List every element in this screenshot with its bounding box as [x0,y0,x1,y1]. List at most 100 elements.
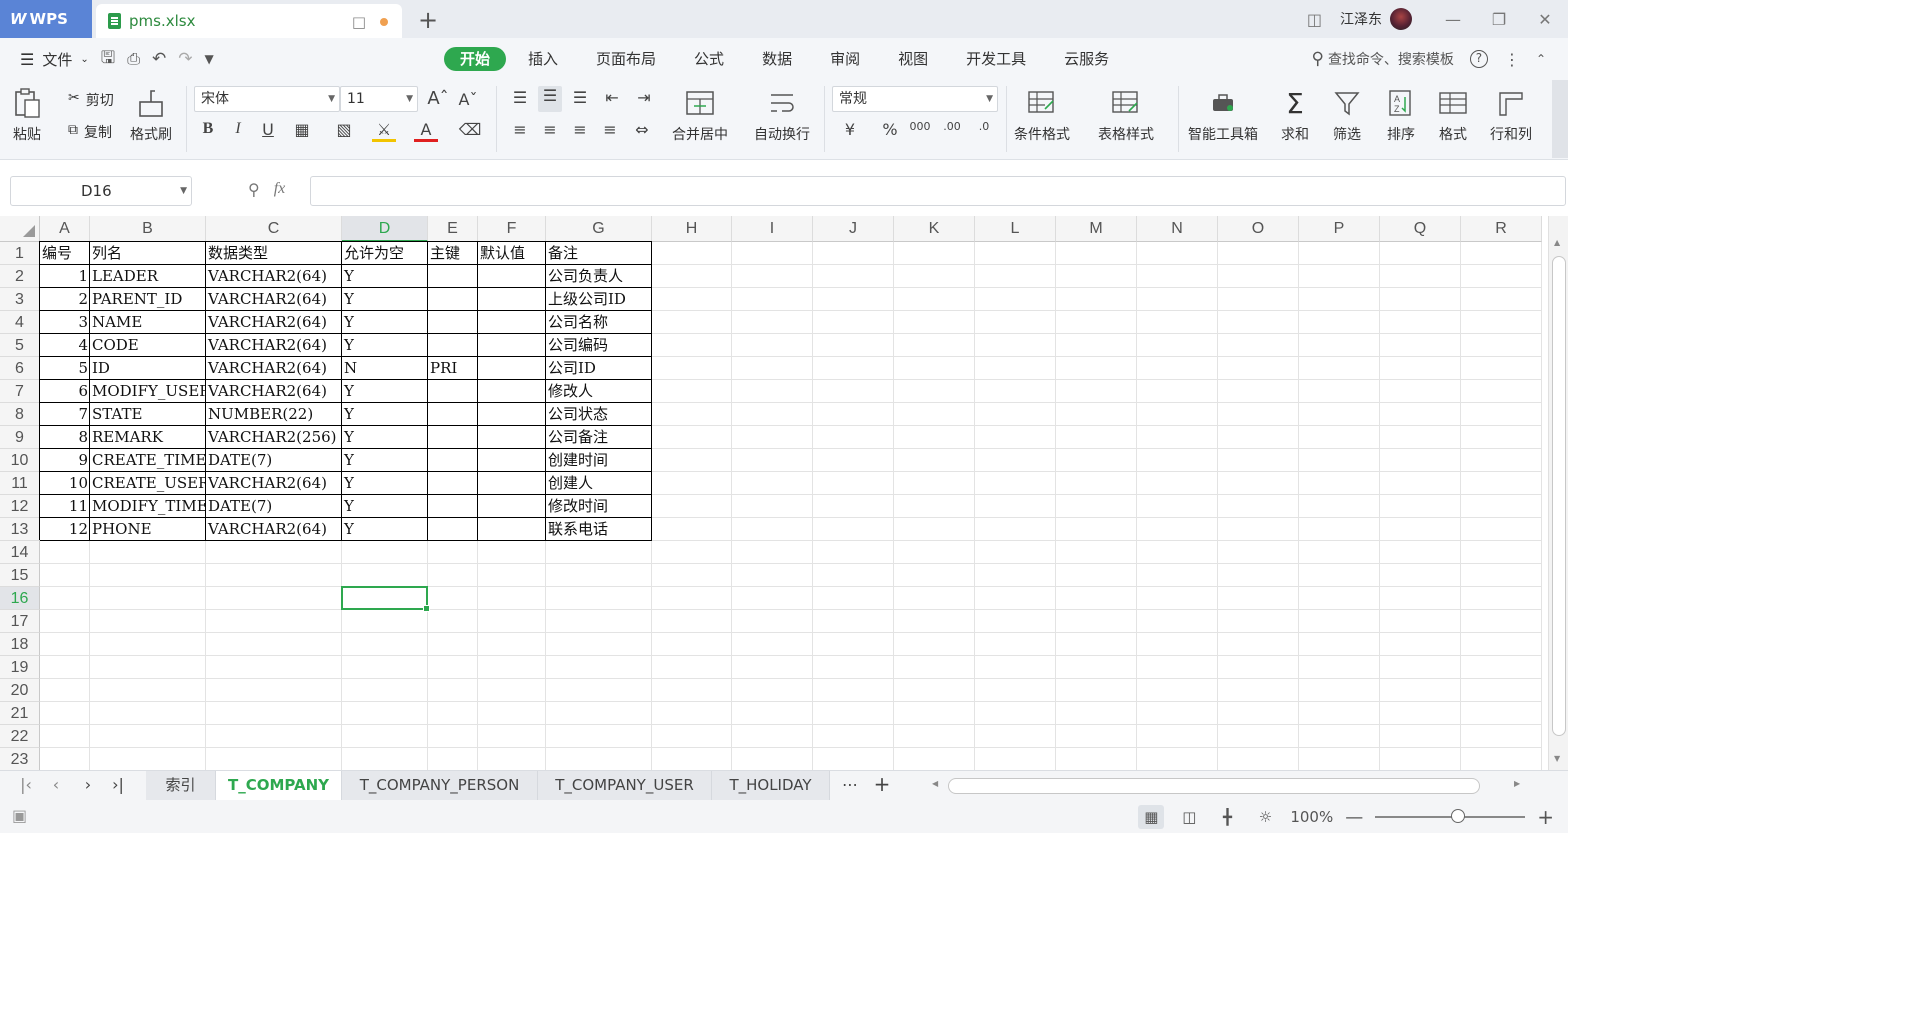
sidebar-toggle-icon[interactable]: ◫ [1307,10,1322,29]
page-layout-view-icon[interactable]: ╋ [1214,805,1240,829]
currency-icon[interactable]: ¥ [838,120,862,139]
bold-icon[interactable]: B [196,120,220,138]
table-cell[interactable]: 公司ID [546,357,652,380]
table-cell[interactable]: 公司编码 [546,334,652,357]
filter-button[interactable]: 筛选 [1330,86,1364,144]
italic-icon[interactable]: I [226,120,250,138]
row-col-button[interactable]: 行和列 [1490,86,1532,144]
table-cell[interactable]: CODE [90,334,206,357]
table-cell[interactable]: NUMBER(22) [206,403,342,426]
table-cell[interactable]: N [342,357,428,380]
table-cell[interactable] [428,288,478,311]
first-sheet-icon[interactable]: |‹ [16,775,36,794]
zoom-level[interactable]: 100% [1290,808,1333,826]
column-header-c[interactable]: C [206,216,342,242]
help-icon[interactable]: ? [1469,50,1488,68]
last-sheet-icon[interactable]: ›| [108,775,128,794]
percent-icon[interactable]: % [878,120,902,139]
table-cell[interactable]: Y [342,403,428,426]
table-cell[interactable]: Y [342,495,428,518]
table-cell[interactable]: VARCHAR2(64) [206,334,342,357]
column-header-m[interactable]: M [1056,216,1137,242]
table-cell[interactable] [478,311,546,334]
table-cell[interactable]: VARCHAR2(64) [206,265,342,288]
eye-protection-icon[interactable]: ☼ [1252,805,1278,829]
format-painter-button[interactable]: 格式刷 [130,86,172,144]
table-cell[interactable] [428,472,478,495]
column-header-l[interactable]: L [975,216,1056,242]
increase-font-icon[interactable]: Aˆ [426,88,450,109]
table-cell[interactable]: PHONE [90,518,206,541]
table-cell[interactable]: MODIFY_TIME [90,495,206,518]
command-search[interactable]: ⚲ 查找命令、搜索模板 [1311,49,1453,69]
copy-button[interactable]: ⧉ 复制 [68,122,112,142]
table-cell[interactable]: 7 [40,403,90,426]
column-header-a[interactable]: A [40,216,90,242]
restore-button[interactable]: ❐ [1476,10,1522,29]
row-header-18[interactable]: 18 [0,633,40,656]
redo-icon[interactable]: ↷ [178,49,192,69]
row-header-9[interactable]: 9 [0,426,40,449]
row-header-14[interactable]: 14 [0,541,40,564]
table-cell[interactable] [478,380,546,403]
row-header-10[interactable]: 10 [0,449,40,472]
collapse-ribbon-icon[interactable]: ⌃ [1536,52,1546,66]
table-cell[interactable]: Y [342,449,428,472]
table-cell[interactable] [428,265,478,288]
minimize-button[interactable]: — [1430,10,1476,29]
decrease-indent-icon[interactable]: ⇤ [600,88,624,107]
align-center-icon[interactable]: ≡ [538,120,562,139]
align-right-icon[interactable]: ≡ [568,120,592,139]
horizontal-scroll-thumb[interactable] [948,778,1480,794]
user-name[interactable]: 江泽东 [1340,9,1382,29]
tab-page-layout[interactable]: 页面布局 [580,47,672,71]
table-cell[interactable] [428,426,478,449]
table-cell[interactable]: Y [342,380,428,403]
table-cell[interactable] [428,403,478,426]
table-cell[interactable] [478,403,546,426]
table-cell[interactable]: PRI [428,357,478,380]
table-cell[interactable]: VARCHAR2(64) [206,472,342,495]
zoom-search-icon[interactable]: ⚲ [248,180,260,199]
fill-pattern-icon[interactable]: ▧ [332,120,356,139]
table-header-cell[interactable]: 列名 [90,242,206,265]
unsaved-dot-icon[interactable] [380,18,388,26]
table-style-button[interactable]: 表格样式 [1098,86,1154,144]
row-header-1[interactable]: 1 [0,242,40,265]
table-cell[interactable]: 4 [40,334,90,357]
table-cell[interactable]: Y [342,265,428,288]
table-cell[interactable]: Y [342,472,428,495]
monitor-icon[interactable]: □ [352,13,366,31]
column-header-n[interactable]: N [1137,216,1218,242]
zoom-slider[interactable] [1375,809,1526,823]
table-cell[interactable]: 公司名称 [546,311,652,334]
table-cell[interactable] [478,334,546,357]
row-header-4[interactable]: 4 [0,311,40,334]
table-cell[interactable]: 9 [40,449,90,472]
row-header-8[interactable]: 8 [0,403,40,426]
table-cell[interactable]: 公司状态 [546,403,652,426]
more-options-icon[interactable]: ⋮ [1504,50,1520,69]
sort-button[interactable]: AZ 排序 [1384,86,1418,144]
ribbon-scroll[interactable] [1552,80,1568,158]
table-cell[interactable] [478,357,546,380]
table-cell[interactable]: CREATE_TIME [90,449,206,472]
table-cell[interactable]: Y [342,288,428,311]
table-cell[interactable] [478,495,546,518]
number-format-select[interactable]: 常规 ▼ [832,86,998,112]
font-size-select[interactable]: 11 ▼ [340,86,418,112]
table-cell[interactable]: 8 [40,426,90,449]
table-cell[interactable]: VARCHAR2(256) [206,426,342,449]
vertical-scrollbar[interactable]: ▲ ▼ [1548,216,1568,770]
increase-decimal-icon[interactable]: .00 [940,120,964,133]
table-cell[interactable]: VARCHAR2(64) [206,518,342,541]
selected-cell[interactable] [341,586,430,612]
distributed-align-icon[interactable]: ⇔ [630,120,654,139]
select-all-corner[interactable] [0,216,40,242]
next-sheet-icon[interactable]: › [78,775,98,794]
sheet-tab-index[interactable]: 索引 [146,771,216,800]
table-cell[interactable]: 6 [40,380,90,403]
table-cell[interactable] [428,311,478,334]
document-tab[interactable]: pms.xlsx □ [96,4,402,38]
underline-icon[interactable]: U [256,120,280,139]
